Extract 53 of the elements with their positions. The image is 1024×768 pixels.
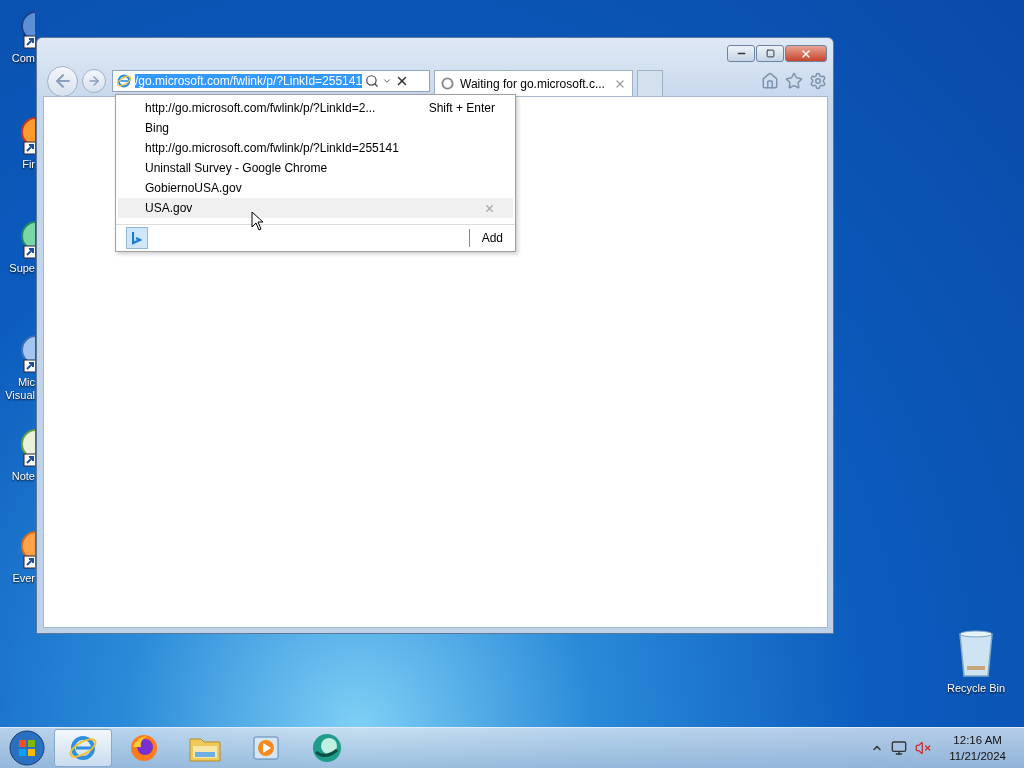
suggestion-item[interactable]: USA.gov xyxy=(118,198,513,218)
suggestion-text: http://go.microsoft.com/fwlink/p/?LinkId=2... xyxy=(145,101,377,115)
settings-icon[interactable] xyxy=(809,72,827,90)
icon-label: Mic Visual xyxy=(5,376,35,402)
network-icon[interactable] xyxy=(891,740,908,756)
suggestion-item[interactable]: http://go.microsoft.com/fwlink/p/?LinkId=2... Shift + Enter xyxy=(118,98,513,118)
mouse-cursor-icon xyxy=(251,211,265,231)
star-icon[interactable] xyxy=(785,72,803,90)
start-button[interactable] xyxy=(8,729,46,767)
icon-label: Fir xyxy=(22,158,35,171)
suggestion-item[interactable]: GobiernoUSA.gov xyxy=(118,178,513,198)
suggestion-item[interactable]: http://go.microsoft.com/fwlink/p/?LinkId=255141 xyxy=(118,138,513,158)
forward-arrow-icon xyxy=(87,74,101,88)
browser-icon xyxy=(68,733,98,763)
add-button[interactable]: Add xyxy=(468,229,505,247)
suggestion-text: USA.gov xyxy=(145,201,194,215)
shortcut-hint: Shift + Enter xyxy=(428,101,495,115)
play-icon xyxy=(252,734,280,762)
icon-label: Ever xyxy=(12,572,35,585)
minimize-button[interactable] xyxy=(727,45,755,62)
browser-icon xyxy=(116,73,132,89)
clock-date: 11/21/2024 xyxy=(949,749,1006,764)
url-text: /go.microsoft.com/fwlink/p/?LinkId=255141 xyxy=(135,74,363,88)
icon-label: Recycle Bin xyxy=(946,682,1006,695)
fox-icon xyxy=(129,733,159,763)
suggestion-text: Bing xyxy=(145,121,171,135)
close-icon xyxy=(800,47,812,60)
search-provider-button[interactable] xyxy=(126,227,148,249)
suggestion-text: http://go.microsoft.com/fwlink/p/?LinkId=255141 xyxy=(145,141,400,155)
close-button[interactable] xyxy=(785,45,827,62)
app-icon xyxy=(311,732,343,764)
suggestion-text: GobiernoUSA.gov xyxy=(145,181,243,195)
taskbar-app[interactable] xyxy=(54,729,112,767)
suggestion-item[interactable]: Uninstall Survey - Google Chrome xyxy=(118,158,513,178)
b-logo-icon xyxy=(132,231,142,245)
maximize-icon xyxy=(765,49,775,58)
trash-bin-icon[interactable] xyxy=(957,630,995,678)
maximize-button[interactable] xyxy=(756,45,784,62)
browser-tab[interactable]: Waiting for go.microsoft.c... xyxy=(434,70,633,96)
icon-label: Com xyxy=(11,52,35,65)
icon-label: Supe xyxy=(9,262,35,275)
search-icon[interactable] xyxy=(365,74,380,88)
clock-time: 12:16 AM xyxy=(953,733,1002,748)
home-icon[interactable] xyxy=(761,72,779,90)
suggestion-text: Uninstall Survey - Google Chrome xyxy=(145,161,329,175)
icon-label: Note xyxy=(11,470,35,483)
back-button[interactable] xyxy=(47,65,78,97)
tab-title: Waiting for go.microsoft.c... xyxy=(460,76,606,91)
muted-speaker-icon[interactable] xyxy=(915,740,932,756)
clock[interactable]: 12:16 AM 11/21/2024 xyxy=(949,732,1006,764)
forward-button[interactable] xyxy=(82,69,106,93)
suggestion-item[interactable]: Bing xyxy=(118,118,513,138)
caret-icon[interactable] xyxy=(382,76,393,86)
